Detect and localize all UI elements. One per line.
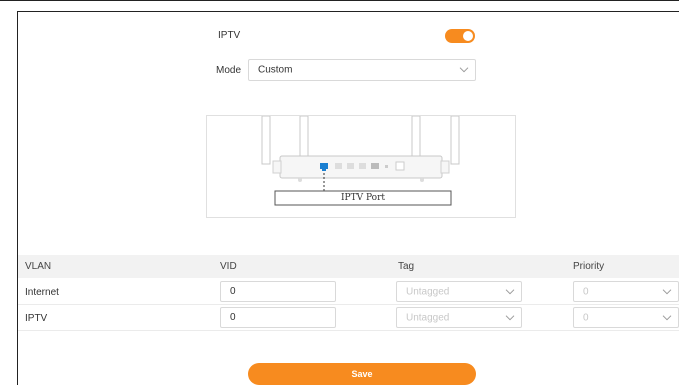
priority-select[interactable]: 0 — [573, 307, 679, 328]
vlan-table-header: VLAN VID Tag Priority — [18, 255, 679, 278]
router-diagram: IPTV Port — [206, 115, 516, 218]
tag-value: Untagged — [406, 286, 450, 297]
iptv-label: IPTV — [218, 30, 241, 41]
tag-value: Untagged — [406, 312, 450, 323]
toggle-knob — [463, 31, 473, 41]
chevron-down-icon — [459, 67, 469, 73]
table-row: Internet 0 Untagged 0 — [18, 279, 679, 305]
mode-label: Mode — [216, 65, 242, 76]
table-row: IPTV 0 Untagged 0 — [18, 305, 679, 331]
vlan-name: Internet — [25, 287, 59, 298]
iptv-port-label: IPTV Port — [340, 193, 385, 203]
chevron-down-icon — [662, 288, 672, 294]
chevron-down-icon — [505, 314, 515, 320]
chevron-down-icon — [662, 314, 672, 320]
mode-select[interactable]: Custom — [248, 59, 476, 81]
vid-input[interactable]: 0 — [220, 307, 336, 328]
vid-input[interactable]: 0 — [220, 281, 336, 302]
mode-value: Custom — [258, 64, 293, 76]
header-tag: Tag — [398, 261, 415, 272]
priority-value: 0 — [583, 312, 589, 323]
iptv-toggle[interactable] — [445, 29, 475, 43]
header-priority: Priority — [573, 261, 605, 272]
priority-value: 0 — [583, 286, 589, 297]
save-button[interactable]: Save — [248, 363, 476, 385]
priority-select[interactable]: 0 — [573, 281, 679, 302]
header-vid: VID — [220, 261, 237, 272]
tag-select[interactable]: Untagged — [396, 281, 522, 302]
header-vlan: VLAN — [25, 261, 52, 272]
top-border — [0, 0, 679, 1]
chevron-down-icon — [505, 288, 515, 294]
tag-select[interactable]: Untagged — [396, 307, 522, 328]
vlan-name: IPTV — [25, 313, 48, 324]
